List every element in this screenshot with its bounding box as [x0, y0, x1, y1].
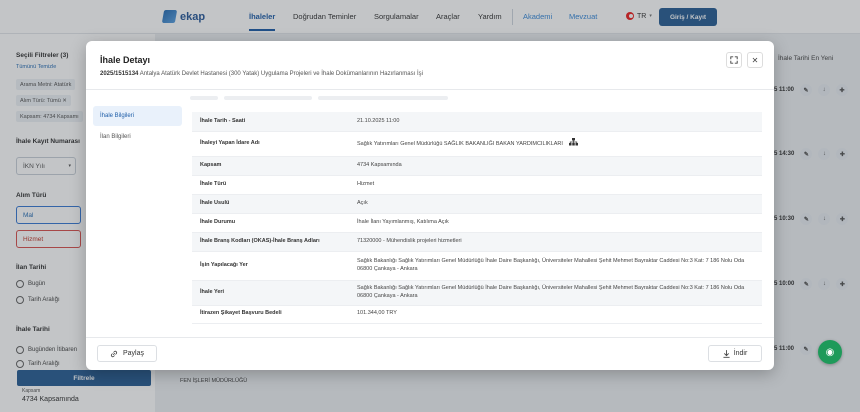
table-row: İtirazen Şikayet Başvuru Bedeli 101.344,0… — [192, 305, 762, 324]
table-row: İşin Yapılacağı Yer Sağlık Bakanlığı Sağl… — [192, 251, 762, 281]
row-value: Hizmet — [349, 175, 762, 195]
row-key: İtirazen Şikayet Başvuru Bedeli — [192, 305, 349, 324]
close-button[interactable]: ✕ — [747, 52, 763, 68]
org-chart-icon[interactable] — [568, 137, 578, 149]
row-value-wrap: Sağlık Yatırımları Genel Müdürlüğü SAĞLI… — [349, 131, 762, 157]
download-label: İndir — [733, 350, 748, 357]
row-value: Sağlık Bakanlığı Sağlık Yatırımları Gene… — [349, 280, 762, 306]
modal-title: İhale Detayı — [100, 55, 151, 65]
expand-icon — [730, 56, 738, 64]
fullscreen-button[interactable] — [726, 52, 742, 68]
download-icon — [723, 349, 730, 358]
row-value: 71320000 - Mühendislik projeleri hizmetl… — [349, 232, 762, 252]
chat-icon: ◉ — [825, 346, 835, 358]
row-value: 4734 Kapsamında — [349, 156, 762, 176]
link-icon — [110, 350, 118, 357]
row-key: Kapsam — [192, 156, 349, 176]
row-key: İhaleyi Yapan İdare Adı — [192, 131, 349, 157]
header-divider — [86, 89, 774, 90]
row-key: İhale Yeri — [192, 280, 349, 306]
share-button[interactable]: Paylaş — [97, 345, 157, 362]
table-row: İhale Türü Hizmet — [192, 175, 762, 195]
scrolled-content-remnant — [190, 92, 764, 102]
table-row: İhale Tarih - Saati 21.10.2025 11:00 — [192, 112, 762, 132]
row-key: İşin Yapılacağı Yer — [192, 251, 349, 281]
tab-ilan-bilgileri[interactable]: İlan Bilgileri — [93, 127, 182, 147]
table-row: İhale Usulü Açık — [192, 194, 762, 214]
detail-content[interactable]: İhale Tarih - Saati 21.10.2025 11:00 İhal… — [190, 92, 764, 329]
ihale-detail-modal: İhale Detayı 2025/1515134 Antalya Atatür… — [86, 41, 774, 370]
ikn-number: 2025/1515134 — [100, 71, 139, 77]
row-value: Sağlık Yatırımları Genel Müdürlüğü SAĞLI… — [357, 140, 563, 147]
row-value: Açık — [349, 194, 762, 214]
row-value: 21.10.2025 11:00 — [349, 112, 762, 132]
row-key: İhale Türü — [192, 175, 349, 195]
footer-divider — [86, 337, 774, 338]
row-value: Sağlık Bakanlığı Sağlık Yatırımları Gene… — [349, 251, 762, 281]
table-row: Kapsam 4734 Kapsamında — [192, 156, 762, 176]
table-row: İhale Durumu İhale İlanı Yayımlanmış, Kat… — [192, 213, 762, 233]
detail-table: İhale Tarih - Saati 21.10.2025 11:00 İhal… — [192, 112, 762, 324]
table-row: İhaleyi Yapan İdare Adı Sağlık Yatırımlar… — [192, 131, 762, 157]
chat-fab-button[interactable]: ◉ — [818, 340, 842, 364]
share-label: Paylaş — [122, 350, 144, 357]
table-row: İhale Yeri Sağlık Bakanlığı Sağlık Yatırı… — [192, 280, 762, 306]
row-key: İhale Tarih - Saati — [192, 112, 349, 132]
row-key: İhale Durumu — [192, 213, 349, 233]
modal-subtitle: 2025/1515134 Antalya Atatürk Devlet Hast… — [100, 71, 423, 77]
tab-ihale-bilgileri[interactable]: İhale Bilgileri — [93, 106, 182, 126]
row-value: İhale İlanı Yayımlanmış, Katılıma Açık — [349, 213, 762, 233]
row-key: İhale Usulü — [192, 194, 349, 214]
row-value: 101.344,00 TRY — [349, 305, 762, 324]
tender-name: Antalya Atatürk Devlet Hastanesi (300 Ya… — [139, 71, 423, 77]
close-icon: ✕ — [751, 55, 759, 65]
row-key: İhale Branş Kodları (OKAS)-İhale Branş A… — [192, 232, 349, 252]
table-row: İhale Branş Kodları (OKAS)-İhale Branş A… — [192, 232, 762, 252]
download-button[interactable]: İndir — [708, 345, 762, 362]
